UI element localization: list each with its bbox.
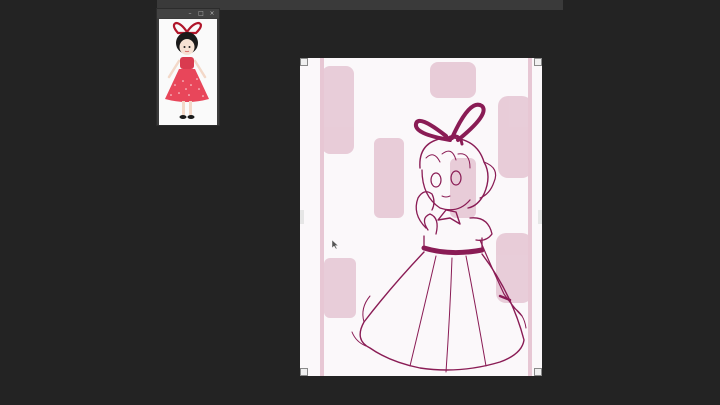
reference-window-titlebar[interactable]: – □ × xyxy=(157,9,219,18)
transform-handle-top-left[interactable] xyxy=(300,58,308,66)
reference-doll-illustration xyxy=(165,21,209,119)
transform-handle-right[interactable] xyxy=(538,210,542,224)
paint-app: – □ × xyxy=(0,0,720,405)
transform-handle-left[interactable] xyxy=(300,210,304,224)
transform-handle-top-right[interactable] xyxy=(534,58,542,66)
mouse-cursor-icon xyxy=(332,240,339,249)
transform-handle-bottom-right[interactable] xyxy=(534,368,542,376)
close-icon[interactable]: × xyxy=(208,10,216,18)
minimize-icon[interactable]: – xyxy=(186,10,194,18)
reference-window[interactable]: – □ × xyxy=(156,8,220,126)
reference-image xyxy=(159,19,217,125)
transform-handle-bottom-left[interactable] xyxy=(300,368,308,376)
sketch-artwork xyxy=(320,58,532,376)
drawing-canvas[interactable] xyxy=(300,58,542,376)
restore-icon[interactable]: □ xyxy=(197,10,205,18)
